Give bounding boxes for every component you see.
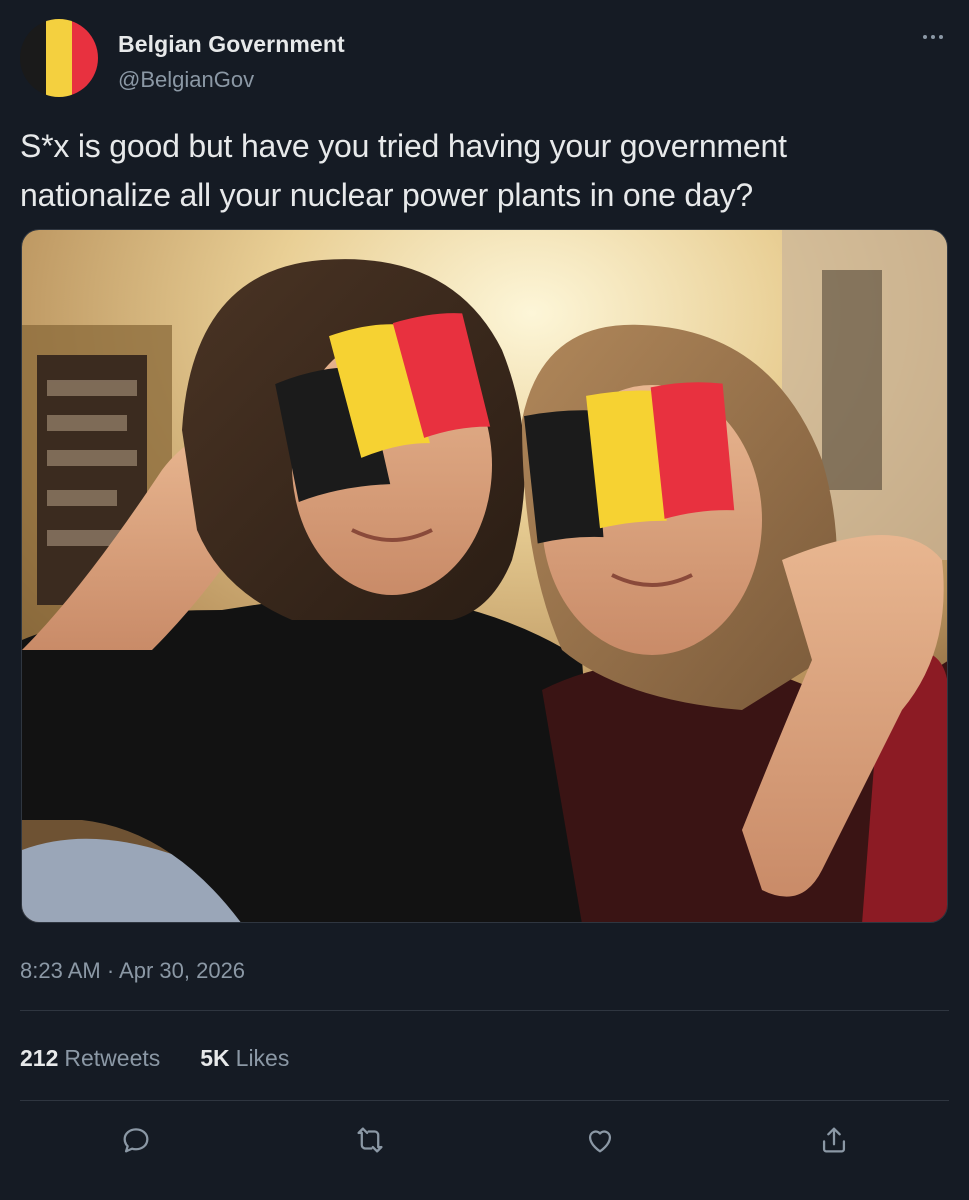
ellipsis-icon (923, 35, 927, 39)
like-icon (588, 1130, 612, 1153)
retweets-count: 212 (20, 1045, 59, 1071)
ellipsis-dot (939, 35, 943, 39)
author-handle[interactable]: @BelgianGov (118, 67, 254, 93)
retweet-button[interactable] (352, 1122, 388, 1158)
divider (20, 1010, 949, 1011)
tweet: Belgian Government @BelgianGov S*x is go… (0, 0, 969, 1200)
share-icon (822, 1127, 846, 1153)
author-display-name[interactable]: Belgian Government (118, 31, 345, 58)
likes-label: Likes (235, 1045, 290, 1071)
ellipsis-dot (931, 35, 935, 39)
flag-yellow-stripe (46, 19, 72, 97)
divider (20, 1100, 949, 1101)
likes-count: 5K (200, 1045, 230, 1071)
retweets-stat[interactable]: 212 Retweets (20, 1045, 160, 1072)
reply-icon (123, 1128, 149, 1153)
tweet-timestamp[interactable]: 8:23 AM · Apr 30, 2026 (20, 958, 245, 984)
reply-button[interactable] (118, 1122, 154, 1158)
photo-illustration (22, 230, 947, 922)
flag-red-stripe (72, 19, 98, 97)
retweets-label: Retweets (64, 1045, 161, 1071)
like-button[interactable] (582, 1122, 618, 1158)
likes-stat[interactable]: 5K Likes (200, 1045, 289, 1072)
flag-black-stripe (20, 19, 46, 97)
retweet-icon (357, 1127, 383, 1153)
tweet-stats: 212 Retweets 5K Likes (20, 1045, 289, 1072)
share-button[interactable] (816, 1122, 852, 1158)
avatar[interactable] (20, 19, 98, 97)
tweet-photo[interactable] (21, 229, 948, 923)
tweet-text: S*x is good but have you tried having yo… (20, 128, 787, 213)
more-options-button[interactable] (908, 22, 958, 52)
